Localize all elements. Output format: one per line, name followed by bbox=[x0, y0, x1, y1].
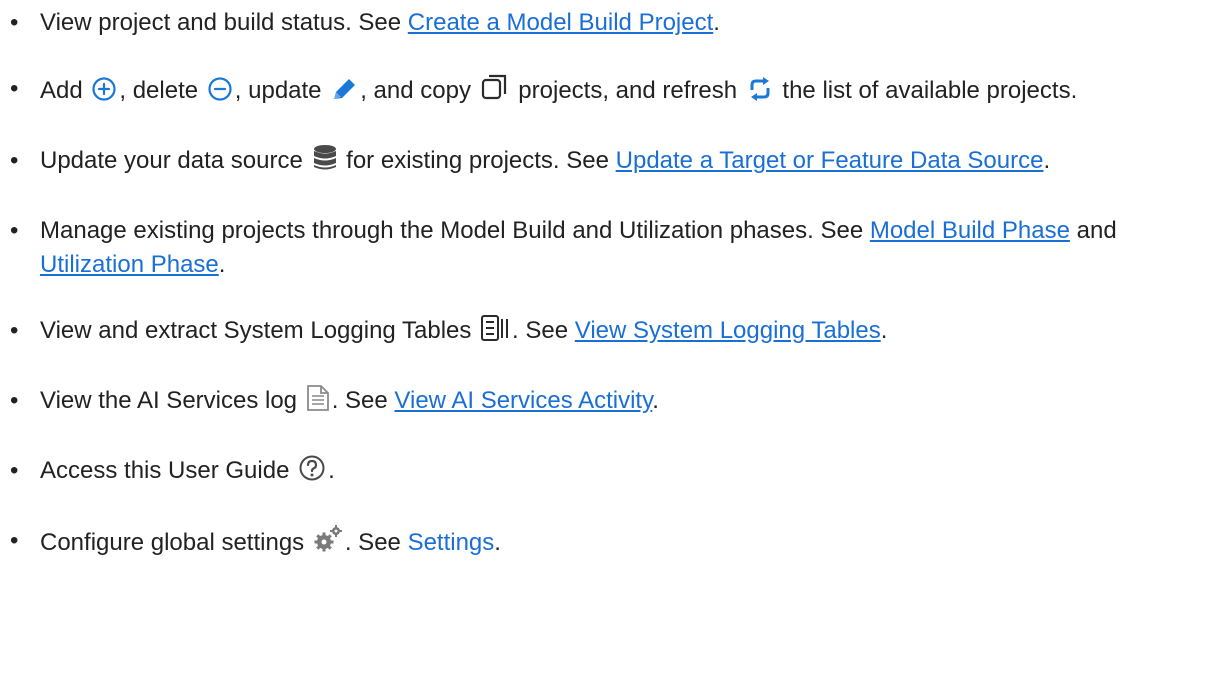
list-item: • Access this User Guide . bbox=[0, 454, 1206, 492]
settings-link[interactable]: Settings bbox=[408, 529, 495, 556]
list-item: • Add , delete , update , and copy proje… bbox=[0, 72, 1206, 112]
bullet: • bbox=[10, 147, 19, 174]
list-item: • Manage existing projects through the M… bbox=[0, 214, 1206, 282]
feature-list: • View project and build status. See Cre… bbox=[0, 0, 1206, 564]
model-build-phase-link[interactable]: Model Build Phase bbox=[870, 217, 1070, 244]
logging-tables-icon[interactable] bbox=[480, 314, 510, 352]
gear-icon[interactable] bbox=[313, 524, 343, 564]
view-ai-services-activity-link[interactable]: View AI Services Activity bbox=[394, 387, 652, 414]
bullet: • bbox=[10, 75, 19, 102]
utilization-phase-link[interactable]: Utilization Phase bbox=[40, 251, 219, 278]
list-item: • Configure global settings . See Settin… bbox=[0, 524, 1206, 564]
create-model-build-project-link[interactable]: Create a Model Build Project bbox=[408, 9, 713, 36]
list-item: • View the AI Services log . See View AI… bbox=[0, 384, 1206, 422]
item-text: View project and build status. See bbox=[40, 9, 408, 36]
minus-circle-icon[interactable] bbox=[207, 76, 233, 112]
document-icon[interactable] bbox=[306, 384, 330, 422]
bullet: • bbox=[10, 317, 19, 344]
list-item: • View project and build status. See Cre… bbox=[0, 6, 1206, 40]
bullet: • bbox=[10, 387, 19, 414]
list-item: • Update your data source for existing p… bbox=[0, 144, 1206, 182]
bullet: • bbox=[10, 457, 19, 484]
add-circle-icon[interactable] bbox=[91, 76, 117, 112]
update-data-source-link[interactable]: Update a Target or Feature Data Source bbox=[616, 147, 1044, 174]
refresh-icon[interactable] bbox=[746, 76, 774, 112]
pencil-icon[interactable] bbox=[330, 76, 358, 112]
bullet: • bbox=[10, 527, 19, 554]
bullet: • bbox=[10, 217, 19, 244]
view-system-logging-tables-link[interactable]: View System Logging Tables bbox=[575, 317, 881, 344]
list-item: • View and extract System Logging Tables… bbox=[0, 314, 1206, 352]
database-icon[interactable] bbox=[312, 144, 338, 182]
help-circle-icon[interactable] bbox=[298, 454, 326, 492]
copy-icon[interactable] bbox=[480, 72, 510, 112]
bullet: • bbox=[10, 9, 19, 36]
